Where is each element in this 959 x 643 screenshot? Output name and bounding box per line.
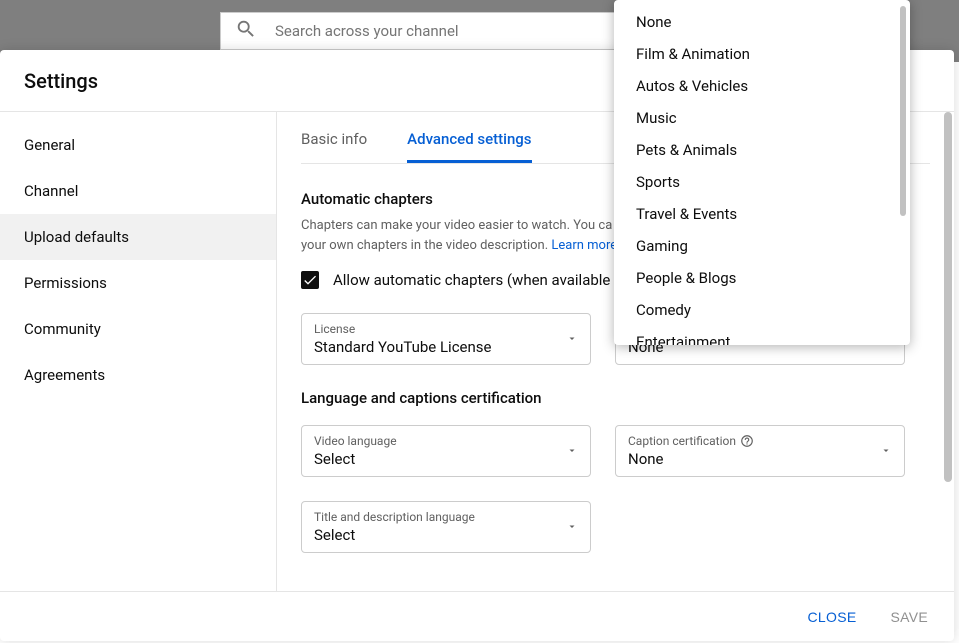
license-field[interactable]: License Standard YouTube License [301,313,591,365]
dropdown-scrollbar[interactable] [900,6,906,216]
checkbox-checked-icon[interactable] [301,271,319,289]
dropdown-option-film-animation[interactable]: Film & Animation [614,38,910,70]
content-scrollbar[interactable] [944,112,952,482]
sidebar-item-agreements[interactable]: Agreements [0,352,276,398]
search-icon [235,18,275,44]
video-language-value: Select [314,450,578,468]
chevron-down-icon [566,518,578,537]
dropdown-option-pets-animals[interactable]: Pets & Animals [614,134,910,166]
help-icon[interactable] [740,434,754,448]
chevron-down-icon [566,442,578,461]
dialog-title: Settings [24,69,98,93]
title-language-value: Select [314,526,578,544]
sidebar-item-community[interactable]: Community [0,306,276,352]
sidebar-item-channel[interactable]: Channel [0,168,276,214]
dropdown-option-comedy[interactable]: Comedy [614,294,910,326]
title-language-field[interactable]: Title and description language Select [301,501,591,553]
title-language-label: Title and description language [314,510,578,524]
dropdown-option-autos-vehicles[interactable]: Autos & Vehicles [614,70,910,102]
license-label: License [314,322,578,336]
sidebar-item-general[interactable]: General [0,122,276,168]
chevron-down-icon [566,330,578,349]
video-language-field[interactable]: Video language Select [301,425,591,477]
chevron-down-icon [880,442,892,461]
language-section-title: Language and captions certification [301,389,930,407]
save-button[interactable]: SAVE [884,601,934,633]
search-placeholder: Search across your channel [275,22,459,40]
dropdown-option-travel-events[interactable]: Travel & Events [614,198,910,230]
dropdown-option-people-blogs[interactable]: People & Blogs [614,262,910,294]
learn-more-link[interactable]: Learn more [551,238,617,253]
checkbox-label: Allow automatic chapters (when available [333,271,610,289]
tab-advanced-settings[interactable]: Advanced settings [407,130,531,163]
dropdown-option-entertainment[interactable]: Entertainment [614,326,910,345]
dropdown-option-none[interactable]: None [614,6,910,38]
dropdown-option-sports[interactable]: Sports [614,166,910,198]
license-value: Standard YouTube License [314,338,578,356]
dialog-footer: CLOSE SAVE [0,591,954,641]
dropdown-option-music[interactable]: Music [614,102,910,134]
sidebar-item-upload-defaults[interactable]: Upload defaults [0,214,276,260]
video-language-label: Video language [314,434,578,448]
close-button[interactable]: CLOSE [802,601,863,633]
sidebar-item-permissions[interactable]: Permissions [0,260,276,306]
settings-sidebar: GeneralChannelUpload defaultsPermissions… [0,112,277,591]
caption-cert-value: None [628,450,892,468]
caption-cert-label: Caption certification [628,434,892,448]
dropdown-option-gaming[interactable]: Gaming [614,230,910,262]
tab-basic-info[interactable]: Basic info [301,130,367,163]
caption-cert-field[interactable]: Caption certification None [615,425,905,477]
category-dropdown[interactable]: NoneFilm & AnimationAutos & VehiclesMusi… [614,0,910,345]
